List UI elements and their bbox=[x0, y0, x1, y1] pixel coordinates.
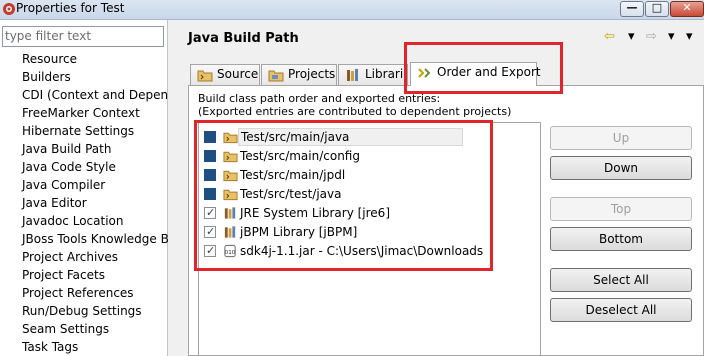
tree-item-java-build-path[interactable]: Java Build Path bbox=[0, 140, 168, 158]
library-icon bbox=[224, 207, 236, 219]
tree-item-run-debug-settings[interactable]: Run/Debug Settings bbox=[0, 302, 168, 320]
minimize-button[interactable]: — bbox=[620, 1, 644, 17]
description-line-2: (Exported entries are contributed to dep… bbox=[198, 105, 512, 118]
export-checkbox[interactable] bbox=[204, 223, 216, 241]
window-title: Properties for Test bbox=[16, 1, 125, 15]
export-checkbox[interactable] bbox=[204, 204, 216, 222]
export-checkbox[interactable] bbox=[204, 242, 216, 260]
libraries-icon bbox=[347, 69, 358, 81]
tab-source-label: Source bbox=[217, 67, 259, 81]
tree-item-task-tags[interactable]: Task Tags bbox=[0, 338, 168, 356]
export-checkbox[interactable] bbox=[204, 150, 216, 162]
filter-box bbox=[2, 26, 164, 47]
tab-projects-label: Projects bbox=[288, 67, 336, 81]
tree-item-java-compiler[interactable]: Java Compiler bbox=[0, 176, 168, 194]
jar-icon: 010 bbox=[224, 244, 236, 258]
svg-text:010: 010 bbox=[225, 250, 236, 256]
close-icon: ✕ bbox=[682, 1, 692, 14]
down-button[interactable]: Down bbox=[550, 156, 692, 180]
tree-item-java-code-style[interactable]: Java Code Style bbox=[0, 158, 168, 176]
left-panel: Resource Builders CDI (Context and Depen… bbox=[0, 20, 168, 356]
tree-item-hibernate-settings[interactable]: Hibernate Settings bbox=[0, 122, 168, 140]
library-icon bbox=[224, 226, 236, 238]
maximize-icon: □ bbox=[651, 1, 663, 14]
filter-input[interactable] bbox=[5, 29, 161, 43]
classpath-entries-list[interactable]: Test/src/main/java Test/src/main/config … bbox=[198, 122, 541, 356]
tree-item-builders[interactable]: Builders bbox=[0, 68, 168, 86]
property-page-tree: Resource Builders CDI (Context and Depen… bbox=[0, 50, 168, 356]
tree-item-freemarker-context[interactable]: FreeMarker Context bbox=[0, 104, 168, 122]
page-title: Java Build Path bbox=[188, 31, 299, 46]
close-button[interactable]: ✕ bbox=[670, 1, 704, 17]
tree-item-project-archives[interactable]: Project Archives bbox=[0, 248, 168, 266]
minimize-icon: — bbox=[626, 1, 638, 14]
back-arrow-icon[interactable]: ⇦ bbox=[604, 29, 615, 44]
entry-label: jBPM Library [jBPM] bbox=[240, 225, 358, 239]
entry-label: Test/src/main/java bbox=[238, 128, 463, 146]
maximize-button[interactable]: □ bbox=[645, 1, 669, 17]
tab-order-and-export-label: Order and Export bbox=[437, 65, 541, 79]
source-folder-icon bbox=[223, 151, 238, 163]
view-menu-chevron-icon[interactable]: ▾ bbox=[686, 29, 693, 44]
up-button[interactable]: Up bbox=[550, 126, 692, 150]
description-line-1: Build class path order and exported entr… bbox=[198, 92, 441, 105]
export-checkbox[interactable] bbox=[204, 131, 216, 143]
tab-libraries-label: Libraries bbox=[365, 67, 407, 81]
tree-item-jboss-tools-knowledge-base[interactable]: JBoss Tools Knowledge Bas bbox=[0, 230, 168, 248]
tab-projects[interactable]: Projects bbox=[261, 64, 337, 85]
entry-label: Test/src/main/jpdl bbox=[240, 168, 346, 182]
tree-item-project-facets[interactable]: Project Facets bbox=[0, 266, 168, 284]
tree-item-resource[interactable]: Resource bbox=[0, 50, 168, 68]
entry-label: sdk4j-1.1.jar - C:\Users\Jimac\Downloads bbox=[240, 244, 484, 258]
forward-menu-chevron-icon[interactable]: ▾ bbox=[668, 29, 675, 44]
select-all-button[interactable]: Select All bbox=[550, 268, 692, 292]
entry-label: JRE System Library [jre6] bbox=[240, 206, 390, 220]
source-folder-icon bbox=[223, 189, 238, 201]
deselect-all-button[interactable]: Deselect All bbox=[550, 298, 692, 322]
back-menu-chevron-icon[interactable]: ▾ bbox=[628, 29, 635, 44]
tree-item-project-references[interactable]: Project References bbox=[0, 284, 168, 302]
bottom-button[interactable]: Bottom bbox=[550, 227, 692, 251]
tree-item-cdi[interactable]: CDI (Context and Dependen bbox=[0, 86, 168, 104]
tab-source[interactable]: Source bbox=[190, 64, 260, 85]
export-checkbox[interactable] bbox=[204, 188, 216, 200]
tab-order-and-export[interactable]: Order and Export bbox=[410, 62, 541, 86]
tree-item-java-editor[interactable]: Java Editor bbox=[0, 194, 168, 212]
entry-label: Test/src/test/java bbox=[240, 187, 342, 201]
eclipse-app-icon bbox=[3, 3, 15, 15]
tree-item-javadoc-location[interactable]: Javadoc Location bbox=[0, 212, 168, 230]
tree-item-seam-settings[interactable]: Seam Settings bbox=[0, 320, 168, 338]
title-bar: Properties for Test — □ ✕ bbox=[0, 0, 704, 20]
order-export-icon bbox=[418, 68, 431, 78]
export-checkbox[interactable] bbox=[204, 169, 216, 181]
entry-label: Test/src/main/config bbox=[240, 149, 360, 163]
source-folder-icon bbox=[223, 132, 238, 144]
tab-libraries[interactable]: Libraries bbox=[338, 64, 408, 85]
projects-icon bbox=[268, 70, 284, 82]
source-folder-icon bbox=[197, 70, 213, 82]
top-button[interactable]: Top bbox=[550, 197, 692, 221]
forward-arrow-icon[interactable]: ⇨ bbox=[646, 29, 657, 44]
source-folder-icon bbox=[223, 170, 238, 182]
